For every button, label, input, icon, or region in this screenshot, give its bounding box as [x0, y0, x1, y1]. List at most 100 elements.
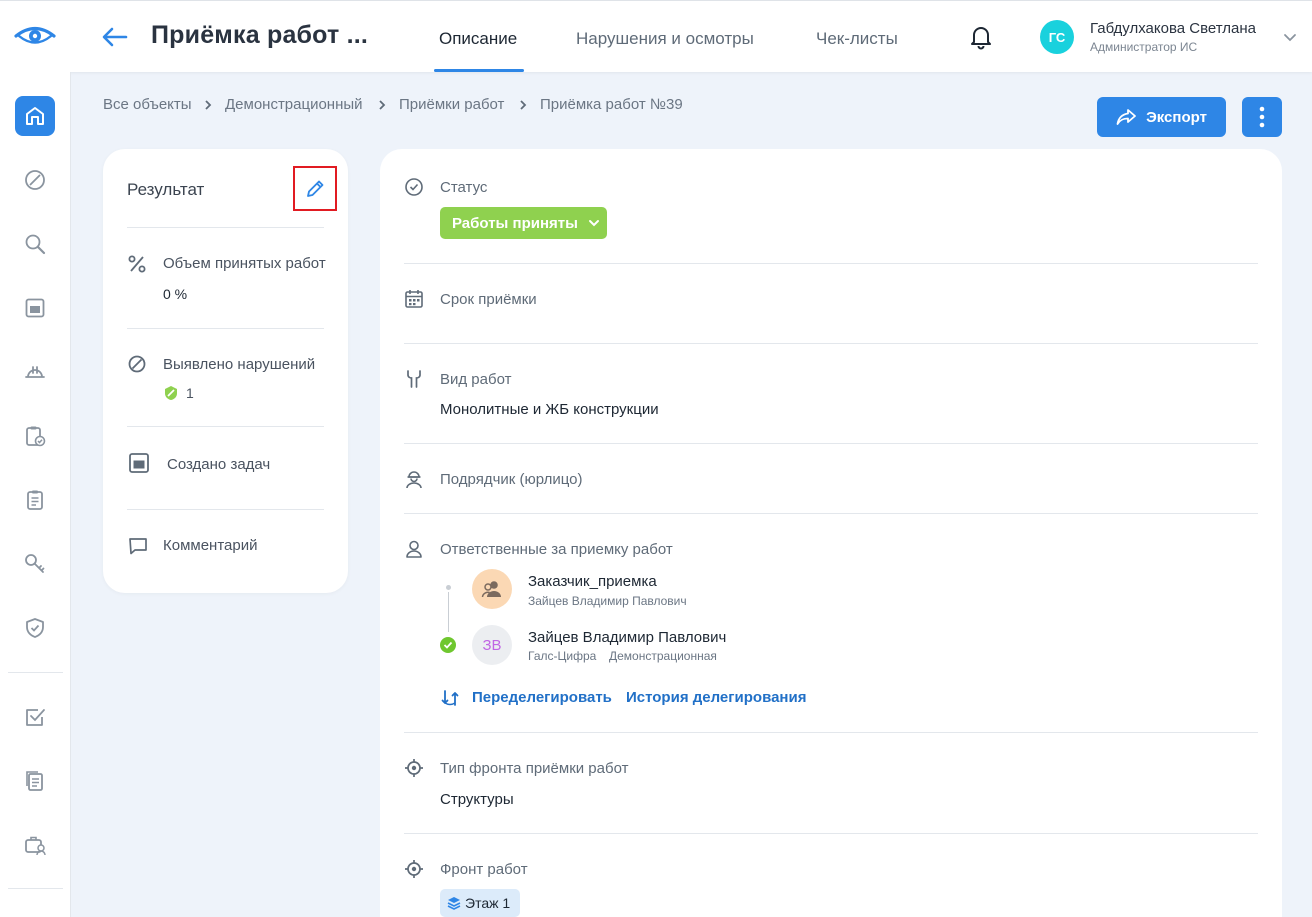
violation-badge-icon	[165, 386, 177, 400]
sidebar-item-home[interactable]	[15, 96, 55, 136]
percent-icon	[128, 255, 146, 273]
more-vertical-icon	[1259, 106, 1265, 128]
documents-icon	[26, 771, 43, 791]
floor-chip-label: Этаж 1	[465, 895, 511, 911]
divider	[404, 343, 1258, 344]
check-circle-filled-icon	[440, 637, 456, 653]
responsible-group-member: Зайцев Владимир Павлович	[528, 594, 687, 608]
tab-checklists[interactable]: Чек-листы	[816, 29, 898, 49]
crosshair-icon	[405, 860, 423, 878]
sidebar-item-access[interactable]	[15, 544, 55, 584]
timeline-dot	[446, 585, 451, 590]
comment-label[interactable]: Комментарий	[163, 537, 257, 554]
group-avatar	[472, 569, 512, 609]
more-button[interactable]	[1242, 97, 1282, 137]
share-icon	[1116, 109, 1136, 125]
divider	[404, 833, 1258, 834]
active-tab-indicator	[434, 69, 524, 72]
layers-icon	[447, 897, 461, 910]
divider	[404, 263, 1258, 264]
redelegate-link[interactable]: Переделегировать	[472, 689, 612, 706]
user-avatar[interactable]: ГС	[1040, 20, 1074, 54]
sidebar-divider	[8, 888, 63, 889]
calendar-icon	[25, 298, 45, 318]
sidebar-item-documents[interactable]	[15, 761, 55, 801]
tab-violations[interactable]: Нарушения и осмотры	[576, 29, 754, 49]
floor-chip[interactable]: Этаж 1	[440, 889, 520, 917]
status-value: Работы приняты	[452, 214, 578, 232]
divider	[127, 227, 324, 228]
sidebar-divider	[8, 672, 63, 673]
violations-count[interactable]: 1	[186, 385, 194, 401]
delegation-history-link[interactable]: История делегирования	[626, 689, 806, 706]
sidebar-item-tasks[interactable]	[15, 697, 55, 737]
person-avatar: ЗВ	[472, 625, 512, 665]
status-dropdown[interactable]: Работы приняты	[440, 207, 607, 239]
top-bar: Приёмка работ ... Описание Нарушения и о…	[0, 0, 1312, 72]
back-arrow-icon[interactable]	[100, 23, 130, 51]
edit-result-button[interactable]	[293, 166, 337, 211]
home-icon	[26, 107, 44, 125]
breadcrumb-all-objects[interactable]: Все объекты	[103, 96, 192, 113]
chevron-down-icon[interactable]	[1282, 29, 1298, 45]
wrench-icon	[407, 370, 421, 388]
details-card	[380, 149, 1282, 917]
front-type-label: Тип фронта приёмки работ	[440, 760, 629, 777]
divider	[127, 509, 324, 510]
created-tasks-label: Создано задач	[167, 456, 271, 473]
chevron-right-icon	[520, 100, 527, 110]
breadcrumb-current: Приёмка работ №39	[540, 96, 683, 113]
work-type-label: Вид работ	[440, 371, 512, 388]
prohibited-icon	[25, 170, 45, 190]
deadline-label: Срок приёмки	[440, 291, 537, 308]
responsible-group-name: Заказчик_приемка	[528, 573, 657, 590]
sidebar-item-acceptance[interactable]	[15, 416, 55, 456]
sidebar-item-checklists[interactable]	[15, 480, 55, 520]
crosshair-icon	[405, 759, 423, 777]
export-label: Экспорт	[1146, 108, 1207, 126]
sidebar-item-contractors[interactable]	[15, 825, 55, 865]
breadcrumb-acceptances[interactable]: Приёмки работ	[399, 96, 504, 113]
sidebar-item-security[interactable]	[15, 608, 55, 648]
sidebar-item-calendar[interactable]	[15, 288, 55, 328]
responsible-label: Ответственные за приемку работ	[440, 541, 673, 558]
bell-icon[interactable]	[968, 24, 994, 50]
front-type-value: Структуры	[440, 791, 514, 808]
eye-logo-icon[interactable]	[14, 23, 56, 51]
responsible-person-project: Демонстрационная	[609, 649, 717, 663]
key-icon	[25, 554, 45, 573]
check-circle-icon	[405, 178, 423, 196]
sidebar-item-inspections[interactable]	[15, 224, 55, 264]
search-icon	[25, 234, 46, 255]
divider	[127, 328, 324, 329]
responsible-person-org: Галс-Цифра	[528, 649, 597, 663]
users-icon	[481, 581, 501, 598]
pencil-icon	[307, 180, 324, 197]
sidebar-item-violations[interactable]	[15, 160, 55, 200]
result-title: Результат	[127, 180, 205, 199]
accepted-volume-label: Объем принятых работ	[163, 255, 326, 272]
status-label: Статус	[440, 179, 488, 196]
clipboard-check-icon	[26, 426, 46, 447]
worker-icon	[406, 471, 422, 489]
contractor-label: Подрядчик (юрлицо)	[440, 471, 583, 488]
checkbox-icon	[26, 709, 45, 726]
chevron-right-icon	[379, 100, 386, 110]
user-name[interactable]: Габдулхакова Светлана	[1090, 20, 1256, 37]
shield-icon	[26, 618, 44, 638]
chevron-down-icon	[588, 220, 599, 227]
export-button[interactable]: Экспорт	[1097, 97, 1226, 137]
breadcrumb-project[interactable]: Демонстрационный	[225, 96, 363, 113]
clipboard-list-icon	[27, 490, 43, 510]
page-title: Приёмка работ ...	[151, 21, 369, 49]
responsible-person-name: Зайцев Владимир Павлович	[528, 629, 727, 646]
helmet-icon	[25, 366, 45, 378]
tab-description[interactable]: Описание	[439, 29, 517, 49]
timeline-line	[448, 592, 449, 632]
work-type-value: Монолитные и ЖБ конструкции	[440, 401, 659, 418]
comment-icon	[129, 538, 147, 555]
sidebar-item-safety[interactable]	[15, 352, 55, 392]
accepted-volume-value: 0 %	[163, 286, 188, 302]
chevron-right-icon	[205, 100, 212, 110]
redelegate-icon[interactable]	[441, 689, 459, 707]
